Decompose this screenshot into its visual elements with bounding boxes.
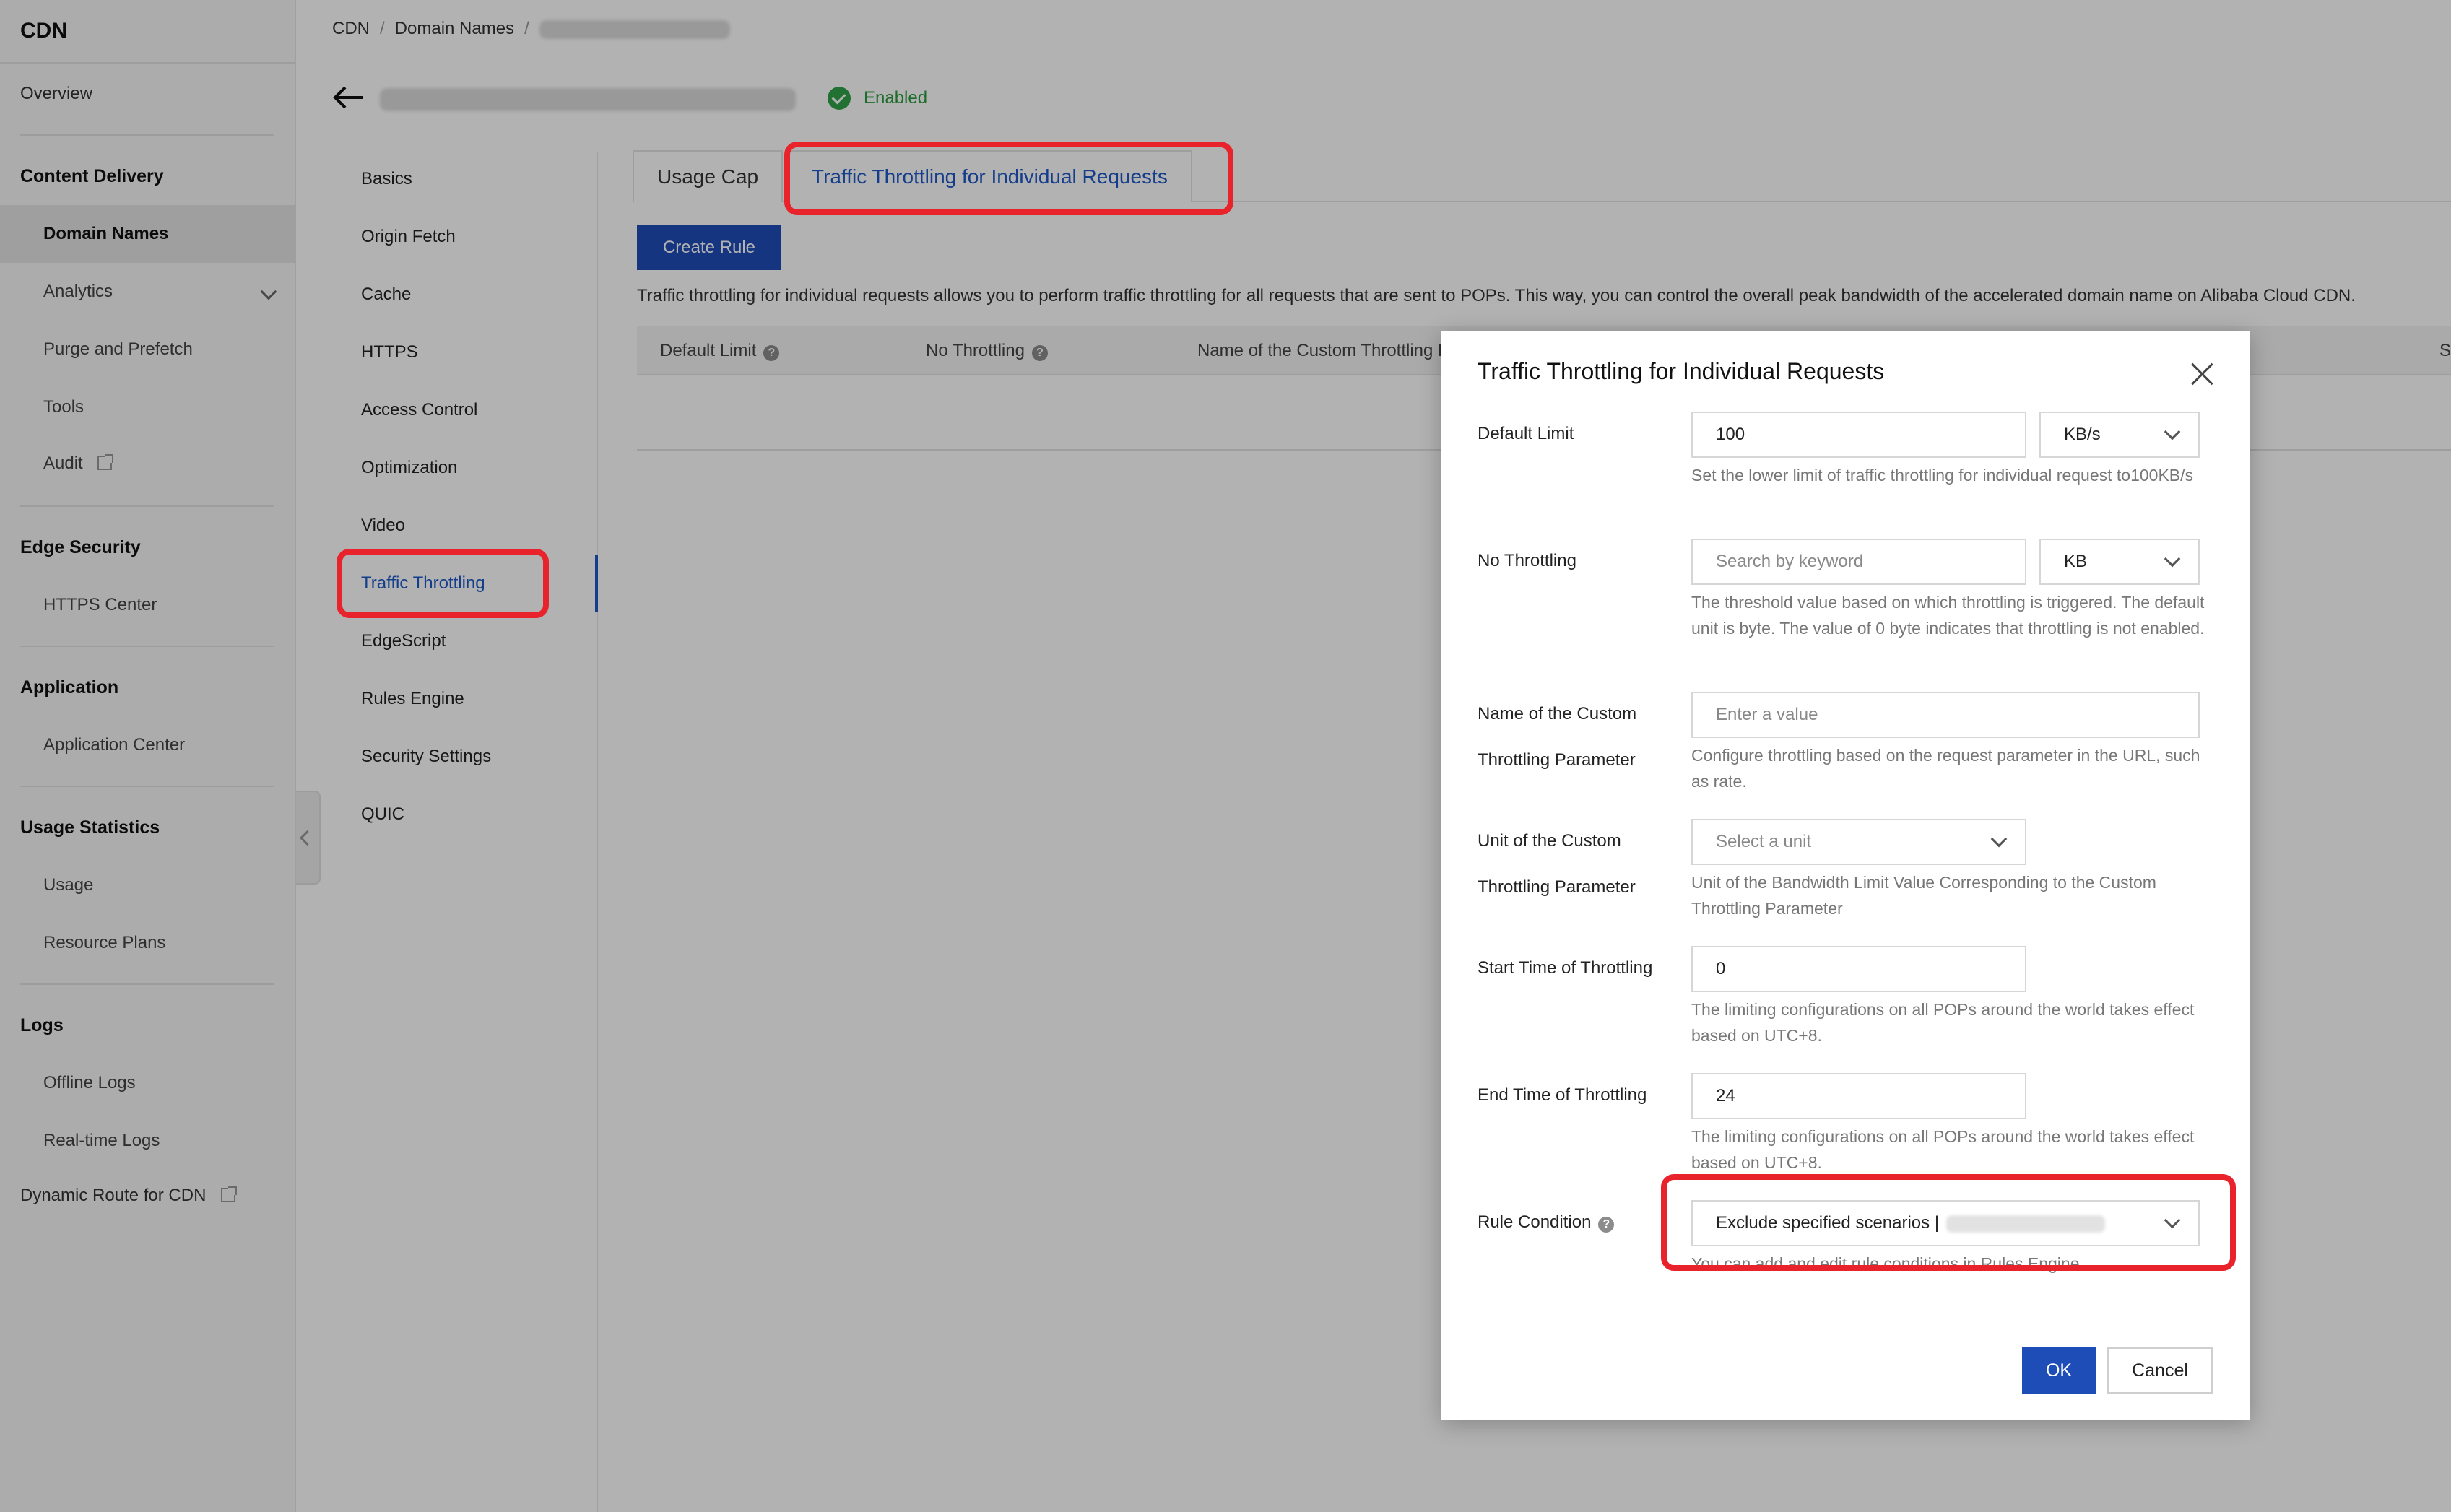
- custom-param-unit-hint: Unit of the Bandwidth Limit Value Corres…: [1691, 873, 2156, 918]
- throttling-rule-dialog: Traffic Throttling for Individual Reques…: [1441, 331, 2250, 1420]
- no-throttling-hint: The threshold value based on which throt…: [1691, 593, 2205, 638]
- custom-param-name-hint: Configure throttling based on the reques…: [1691, 746, 2200, 791]
- rule-condition-redacted: [1946, 1215, 2106, 1233]
- help-icon[interactable]: ?: [1598, 1217, 1615, 1233]
- start-time-input[interactable]: 0: [1691, 946, 2026, 992]
- no-throttling-unit-select[interactable]: KB: [2039, 539, 2200, 585]
- end-time-label: End Time of Throttling: [1478, 1085, 1647, 1105]
- chevron-down-icon: [2164, 423, 2181, 440]
- start-time-hint: The limiting configurations on all POPs …: [1691, 1000, 2195, 1045]
- close-icon[interactable]: [2188, 360, 2217, 388]
- custom-param-name-label: Name of the Custom Throttling Parameter: [1478, 704, 1637, 770]
- default-limit-input[interactable]: 100: [1691, 412, 2026, 458]
- no-throttling-label: No Throttling: [1478, 551, 1576, 570]
- ok-button[interactable]: OK: [2022, 1347, 2096, 1394]
- rule-condition-select[interactable]: Exclude specified scenarios |: [1691, 1200, 2200, 1246]
- default-limit-unit-select[interactable]: KB/s: [2039, 412, 2200, 458]
- end-time-input[interactable]: 24: [1691, 1073, 2026, 1119]
- dialog-title: Traffic Throttling for Individual Reques…: [1478, 358, 1885, 384]
- cancel-button[interactable]: Cancel: [2107, 1347, 2213, 1394]
- custom-param-name-input[interactable]: Enter a value: [1691, 692, 2200, 738]
- custom-param-unit-select[interactable]: Select a unit: [1691, 819, 2026, 865]
- end-time-hint: The limiting configurations on all POPs …: [1691, 1127, 2195, 1172]
- custom-param-unit-label: Unit of the Custom Throttling Parameter: [1478, 831, 1636, 897]
- rule-condition-hint: You can add and edit rule conditions in …: [1691, 1254, 2084, 1273]
- rule-condition-label: Rule Condition?: [1478, 1210, 1615, 1235]
- start-time-label: Start Time of Throttling: [1478, 958, 1653, 978]
- chevron-down-icon: [2164, 1212, 2181, 1229]
- chevron-down-icon: [1990, 830, 2008, 848]
- default-limit-label: Default Limit: [1478, 424, 1574, 443]
- no-throttling-input[interactable]: Search by keyword: [1691, 539, 2026, 585]
- default-limit-hint: Set the lower limit of traffic throttlin…: [1691, 466, 2194, 485]
- chevron-down-icon: [2164, 550, 2181, 568]
